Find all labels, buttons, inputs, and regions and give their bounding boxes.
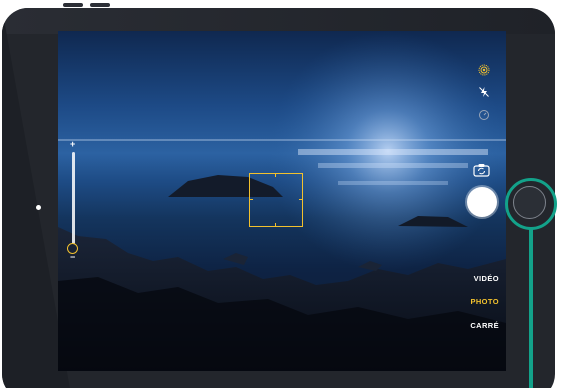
shutter-button[interactable] — [467, 187, 497, 217]
volume-down-button[interactable] — [90, 3, 110, 7]
exposure-slider-track[interactable] — [72, 152, 75, 244]
flash-off-icon[interactable] — [478, 86, 490, 98]
timer-icon[interactable] — [478, 109, 490, 121]
exposure-minus-label: − — [70, 252, 76, 262]
exposure-plus-label: + — [70, 139, 76, 149]
mode-square[interactable]: CARRÉ — [470, 321, 499, 330]
volume-up-button[interactable] — [63, 3, 83, 7]
camera-switch-icon[interactable] — [473, 163, 490, 177]
camera-viewfinder[interactable] — [58, 31, 506, 371]
live-photo-icon[interactable] — [478, 64, 490, 76]
mode-video[interactable]: VIDÉO — [474, 274, 499, 283]
mode-photo[interactable]: PHOTO — [470, 297, 499, 306]
focus-square[interactable] — [249, 173, 303, 227]
home-button-callout-ring — [505, 178, 557, 230]
home-button-callout-line — [529, 229, 533, 388]
front-camera-dot — [36, 205, 41, 210]
